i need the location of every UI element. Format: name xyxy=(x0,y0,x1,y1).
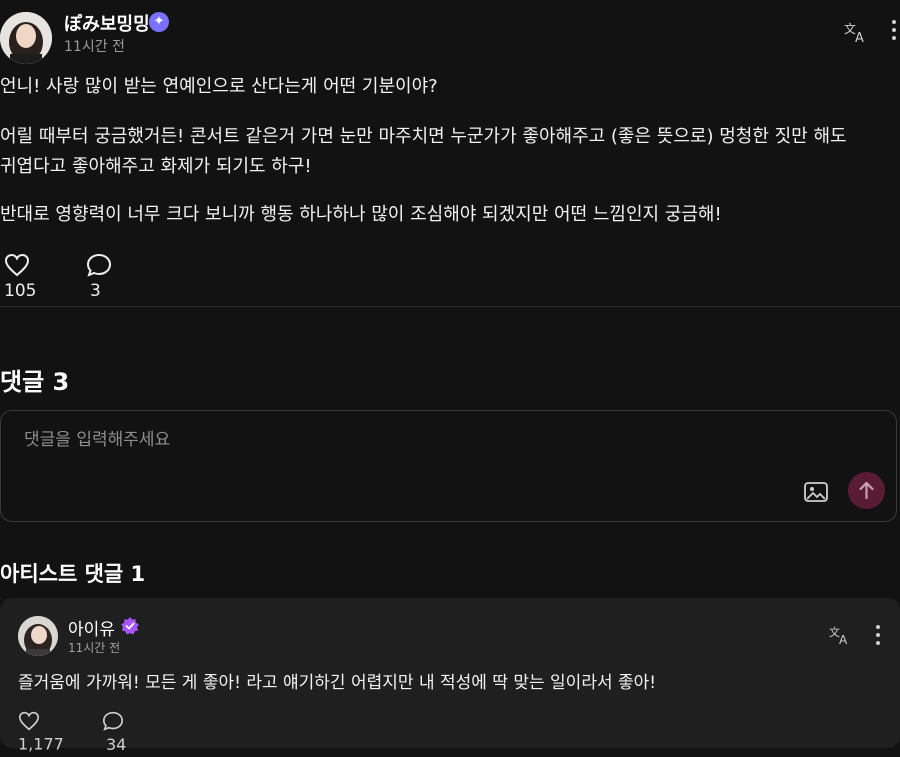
comment-input[interactable] xyxy=(22,429,786,451)
svg-text:A: A xyxy=(855,31,864,44)
post-paragraph: 반대로 영향력이 너무 크다 보니까 행동 하나하나 많이 조심해야 되겠지만 … xyxy=(0,204,722,225)
translate-icon[interactable]: 文 A xyxy=(843,20,869,46)
comment-count: 3 xyxy=(90,281,101,301)
like-button[interactable]: 105 xyxy=(4,252,36,301)
post-timestamp: 11시간 전 xyxy=(64,39,125,55)
divider xyxy=(0,306,900,307)
post-paragraph: 어릴 때부터 궁금했거든! 콘서트 같은거 가면 눈만 마주치면 누군가가 좋아… xyxy=(0,126,847,177)
author-name[interactable]: ぽみ보밍밍 xyxy=(64,10,150,36)
more-vertical-icon[interactable] xyxy=(872,625,884,649)
image-icon[interactable] xyxy=(803,480,829,504)
artist-comment-card: 아이유 11시간 전 文 A 즐거움에 가까워! 모든 게 좋아! 라고 얘기하… xyxy=(0,598,900,754)
comment-text: 즐거움에 가까워! 모든 게 좋아! 라고 얘기하긴 어렵지만 내 적성에 딱 … xyxy=(18,673,657,693)
comment-count: 34 xyxy=(106,734,127,754)
translate-icon[interactable]: 文 A xyxy=(828,624,852,647)
comment-button[interactable]: 34 xyxy=(102,708,126,754)
heart-icon xyxy=(18,711,40,730)
post-paragraph: 언니! 사랑 많이 받는 연예인으로 산다는게 어떤 기분이야? xyxy=(0,76,438,97)
artist-comments-title: 아티스트 댓글 1 xyxy=(0,562,146,586)
comment-composer xyxy=(0,410,897,522)
comments-title: 댓글 3 xyxy=(0,368,70,396)
arrow-up-icon xyxy=(859,481,874,500)
comment-button[interactable]: 3 xyxy=(86,252,112,301)
avatar[interactable] xyxy=(18,616,58,656)
comment-bubble-icon xyxy=(86,253,112,277)
verified-badge-icon: ✦ xyxy=(149,12,169,32)
heart-icon xyxy=(4,253,30,277)
like-button[interactable]: 1,177 xyxy=(18,708,64,754)
like-count: 1,177 xyxy=(18,734,64,754)
artist-name[interactable]: 아이유 xyxy=(68,615,115,640)
artist-badge-icon xyxy=(121,617,139,635)
comment-bubble-icon xyxy=(102,711,124,731)
svg-text:A: A xyxy=(839,633,848,646)
post-header: ぽみ보밍밍 ✦ 11시간 전 文 A xyxy=(0,0,900,70)
comment-timestamp: 11시간 전 xyxy=(68,641,121,655)
send-button[interactable] xyxy=(848,472,885,509)
like-count: 105 xyxy=(4,281,37,301)
more-vertical-icon[interactable] xyxy=(888,20,900,44)
avatar[interactable] xyxy=(0,12,52,64)
